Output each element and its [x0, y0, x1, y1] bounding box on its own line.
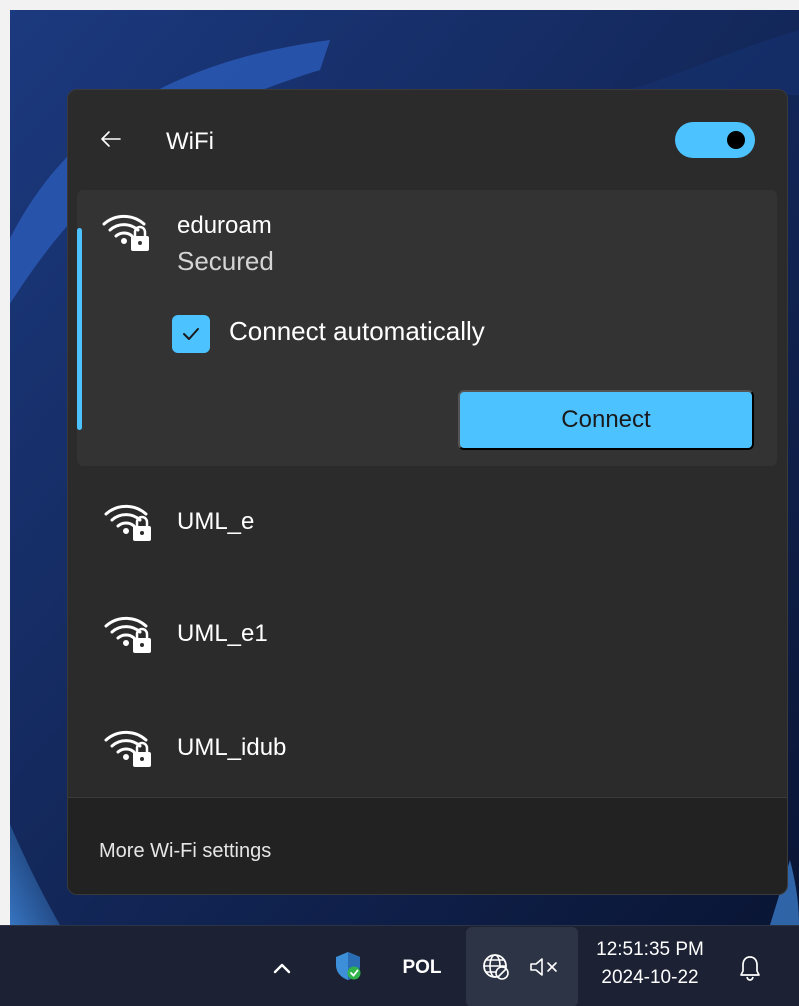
- checkmark-icon: [183, 328, 199, 340]
- connect-button[interactable]: Connect: [458, 390, 754, 450]
- connect-automatically-checkbox[interactable]: [172, 315, 210, 353]
- wifi-flyout-header: WiFi: [68, 90, 787, 190]
- panel-title: WiFi: [166, 128, 214, 155]
- wifi-secured-icon: [104, 504, 151, 541]
- back-button[interactable]: [96, 124, 126, 154]
- volume-button[interactable]: [522, 947, 568, 987]
- network-name: UML_e1: [177, 620, 268, 647]
- panel-footer: More Wi-Fi settings: [68, 797, 787, 894]
- taskbar: POL 12:51:35 PM 2024-10-22: [0, 925, 799, 1006]
- clock-time: 12:51:35 PM: [596, 939, 704, 960]
- globe-no-internet-icon: [483, 954, 509, 980]
- wifi-secured-icon: [104, 616, 151, 653]
- wifi-secured-icon: [102, 214, 149, 251]
- windows-security-button[interactable]: [328, 946, 368, 986]
- more-wifi-settings-link[interactable]: More Wi-Fi settings: [99, 840, 271, 863]
- clock-date: 2024-10-22: [601, 967, 699, 988]
- network-item-eduroam[interactable]: eduroam Secured Connect automatically Co…: [77, 190, 777, 466]
- network-status-button[interactable]: [476, 947, 516, 987]
- network-item[interactable]: UML_e1: [77, 576, 777, 686]
- network-name: UML_idub: [177, 734, 287, 761]
- chevron-up-icon: [273, 963, 291, 974]
- speaker-muted-icon: [530, 958, 557, 976]
- input-language-indicator[interactable]: POL: [392, 948, 452, 988]
- back-arrow-icon: [101, 131, 121, 147]
- defender-shield-icon: [336, 952, 361, 980]
- clock[interactable]: 12:51:35 PM 2024-10-22: [586, 936, 714, 996]
- toggle-knob: [727, 131, 745, 149]
- wifi-flyout-panel: WiFi eduroam Secured Connect automatical…: [67, 89, 788, 895]
- network-name: UML_e: [177, 508, 255, 535]
- connect-automatically-label: Connect automatically: [229, 316, 485, 346]
- show-hidden-icons-button[interactable]: [262, 948, 302, 988]
- network-item[interactable]: UML_idub: [77, 686, 777, 796]
- network-item[interactable]: UML_e: [77, 466, 777, 576]
- network-name: eduroam: [177, 212, 272, 239]
- notifications-button[interactable]: [730, 948, 770, 988]
- network-volume-cluster[interactable]: [466, 927, 578, 1006]
- selection-indicator: [77, 228, 82, 430]
- wifi-secured-icon: [104, 730, 151, 767]
- wifi-toggle[interactable]: [675, 122, 755, 158]
- notification-bell-icon: [740, 956, 760, 981]
- network-status: Secured: [177, 246, 274, 276]
